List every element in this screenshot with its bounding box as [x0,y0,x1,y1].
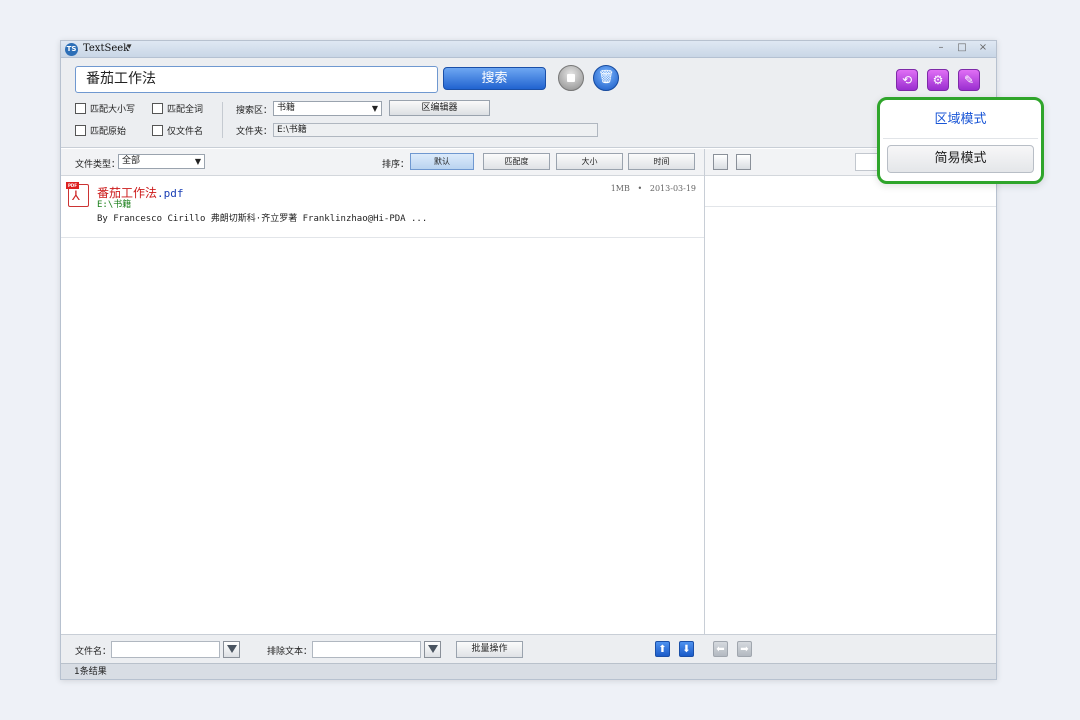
app-logo-icon: TS [65,43,78,56]
checkbox-box [75,125,86,136]
result-size: 1MB [610,184,630,193]
bottom-filter-bar: 文件名： 排除文本： 批量操作 ⬆ ⬇ ⬅ ➡ [61,634,996,663]
sort-time-button[interactable]: 时间 [628,153,695,170]
search-area-value: 书籍 [277,103,296,113]
match-whole-word-label: 匹配全词 [167,105,204,115]
filter-bar: 文件类型： 全部 ▼ 排序： 默认 匹配度 大小 时间 [61,149,704,176]
region-mode-item[interactable]: 区域模式 [880,109,1041,131]
trash-icon: 🗑 [597,70,615,85]
result-file-path: E:\书籍 [97,200,132,210]
search-toolbar: 番茄工作法 搜索 🗑 匹配大小写 匹配全词 匹配原始 仅文件名 搜索区： 书籍 … [61,58,996,148]
filename-filter-input[interactable] [111,641,220,658]
settings-gear-icon[interactable]: ⚙ [927,69,949,91]
mode-popup-menu: 区域模式 简易模式 [877,97,1044,184]
stop-button[interactable] [558,65,584,91]
match-original-label: 匹配原始 [90,127,127,137]
forward-arrow-icon[interactable]: ➡ [737,641,752,657]
meta-dot: • [632,184,648,193]
app-title[interactable]: TextSeek [83,43,129,54]
clear-trash-button[interactable]: 🗑 [593,65,619,91]
window-view-icon[interactable] [736,154,751,170]
filename-only-label: 仅文件名 [167,127,204,137]
folder-field: E:\书籍 [273,123,598,137]
document-view-icon[interactable] [713,154,728,170]
title-bar: TS TextSeek ▾ – □ × [61,41,996,58]
exclude-text-input[interactable] [312,641,421,658]
dropdown-arrow-icon: ▼ [194,157,201,166]
file-type-select[interactable]: 全部 ▼ [118,154,205,169]
sort-relevance-button[interactable]: 匹配度 [483,153,550,170]
menu-divider [883,138,1038,139]
result-row[interactable]: PDF ⅄ 番茄工作法.pdf E:\书籍 By Francesco Ciril… [61,176,704,238]
result-file-extension: .pdf [157,187,184,200]
filename-filter-label: 文件名： [75,647,112,657]
area-editor-button[interactable]: 区编辑器 [389,100,490,116]
match-case-checkbox[interactable]: 匹配大小写 [75,102,135,115]
batch-operation-button[interactable]: 批量操作 [456,641,523,658]
tools-icon[interactable]: ✎ [958,69,980,91]
result-list: PDF ⅄ 番茄工作法.pdf E:\书籍 By Francesco Ciril… [61,176,704,634]
filter-funnel-icon[interactable] [223,641,240,658]
match-whole-word-checkbox[interactable]: 匹配全词 [152,102,203,115]
folder-label: 文件夹： [236,127,273,137]
checkbox-box [152,103,163,114]
search-area-label: 搜索区： [236,106,273,116]
down-arrow-icon[interactable]: ⬇ [679,641,694,657]
sort-label: 排序： [382,160,410,170]
search-button[interactable]: 搜索 [443,67,546,90]
pdf-tag: PDF [66,182,79,189]
result-meta: 1MB • 2013-03-19 [611,184,696,193]
search-input[interactable]: 番茄工作法 [75,66,438,93]
dropdown-arrow-icon: ▼ [371,104,378,113]
up-arrow-icon[interactable]: ⬆ [655,641,670,657]
search-area-select[interactable]: 书籍 ▼ [273,101,382,116]
result-count: 1条结果 [74,667,107,677]
simple-mode-button[interactable]: 简易模式 [887,145,1034,173]
result-snippet: By Francesco Cirillo 弗朗切斯科·齐立罗著 Franklin… [97,214,428,224]
checkbox-box [75,103,86,114]
status-bar: 1条结果 [61,663,996,679]
result-date: 2013-03-19 [649,184,696,193]
sort-size-button[interactable]: 大小 [556,153,623,170]
close-button[interactable]: × [976,42,990,53]
minimize-button[interactable]: – [934,42,948,53]
pdf-file-icon: PDF ⅄ [66,182,89,207]
filename-only-checkbox[interactable]: 仅文件名 [152,124,203,137]
refresh-icon[interactable]: ⟲ [896,69,918,91]
match-case-label: 匹配大小写 [90,105,136,115]
match-original-checkbox[interactable]: 匹配原始 [75,124,126,137]
exclude-funnel-icon[interactable] [424,641,441,658]
options-divider [222,102,223,138]
preview-pane [705,207,996,634]
exclude-text-label: 排除文本： [267,647,313,657]
textseek-window: TS TextSeek ▾ – □ × 番茄工作法 搜索 🗑 匹配大小写 匹配全… [60,40,997,680]
file-type-value: 全部 [122,156,141,166]
file-type-label: 文件类型： [75,160,121,170]
acrobat-symbol-icon: ⅄ [72,189,80,204]
app-menu-chevron-icon[interactable]: ▾ [127,42,132,52]
sort-default-button[interactable]: 默认 [410,153,474,170]
maximize-button[interactable]: □ [955,42,969,53]
checkbox-box [152,125,163,136]
back-arrow-icon[interactable]: ⬅ [713,641,728,657]
